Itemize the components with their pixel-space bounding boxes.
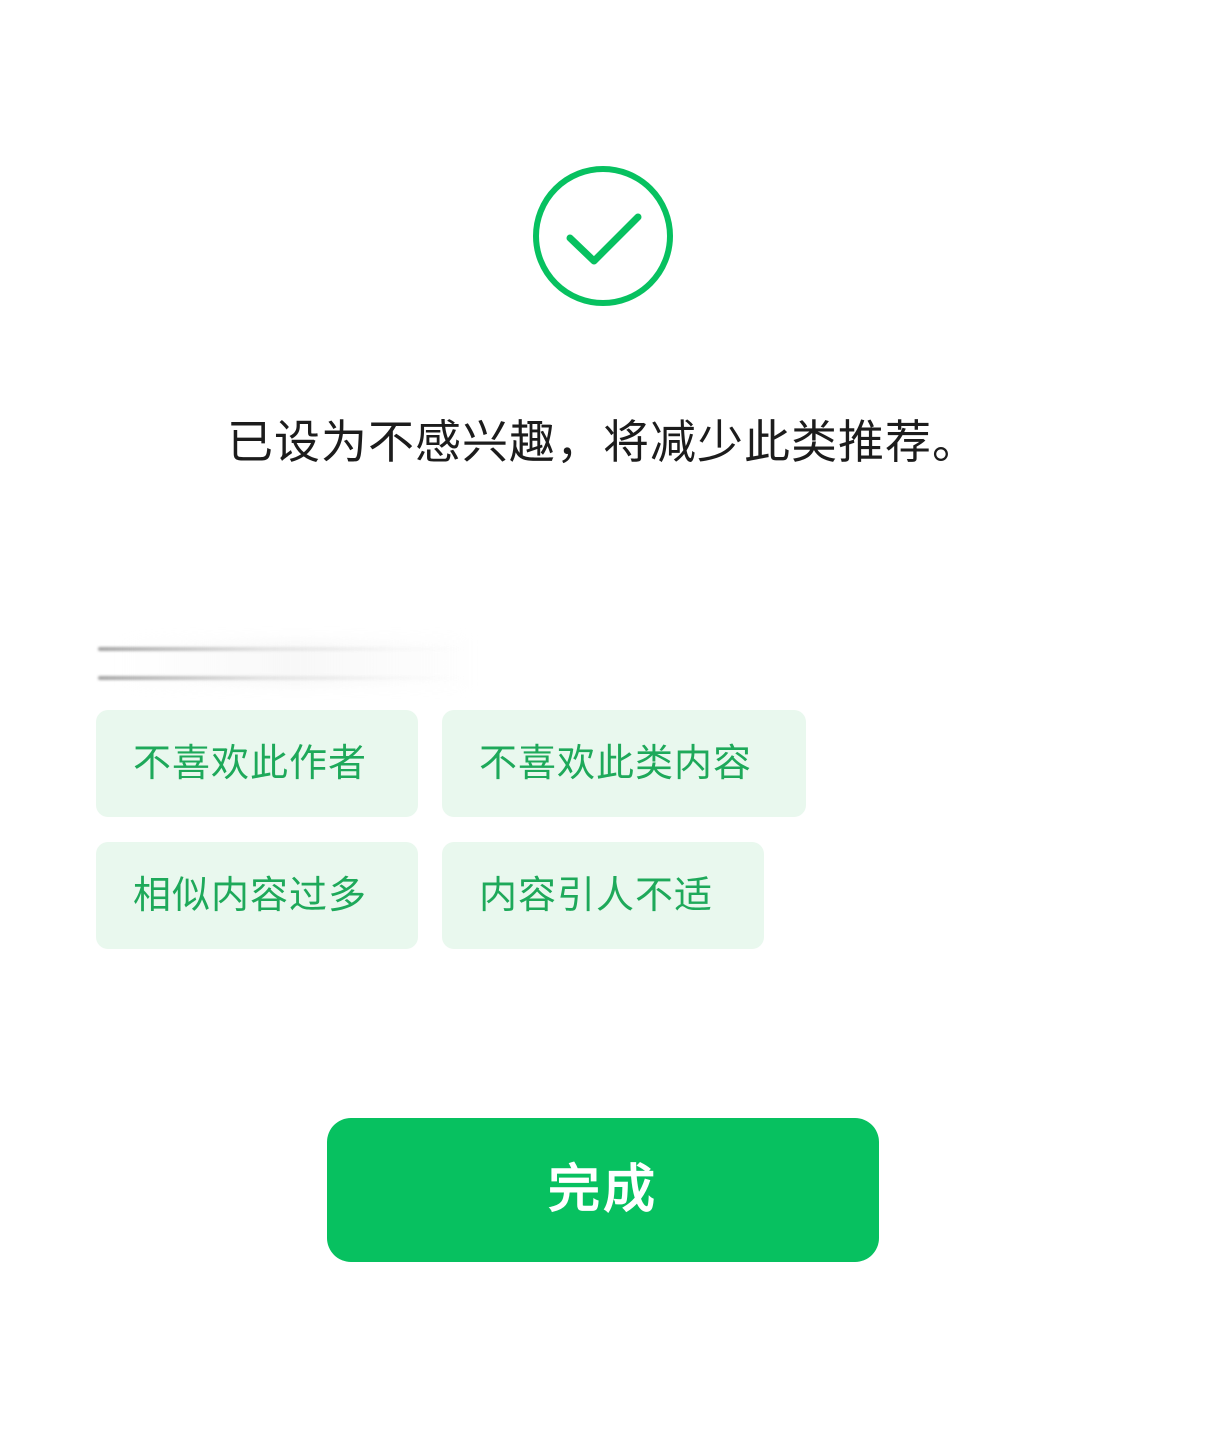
redacted-subtitle <box>98 640 470 686</box>
check-circle-icon <box>533 166 673 306</box>
option-too-much-similar[interactable]: 相似内容过多 <box>96 842 418 949</box>
option-dislike-content-type[interactable]: 不喜欢此类内容 <box>442 710 806 817</box>
option-dislike-author[interactable]: 不喜欢此作者 <box>96 710 418 817</box>
status-message: 已设为不感兴趣，将减少此类推荐。 <box>227 415 979 469</box>
option-content-uncomfortable[interactable]: 内容引人不适 <box>442 842 764 949</box>
done-button[interactable]: 完成 <box>327 1118 879 1262</box>
